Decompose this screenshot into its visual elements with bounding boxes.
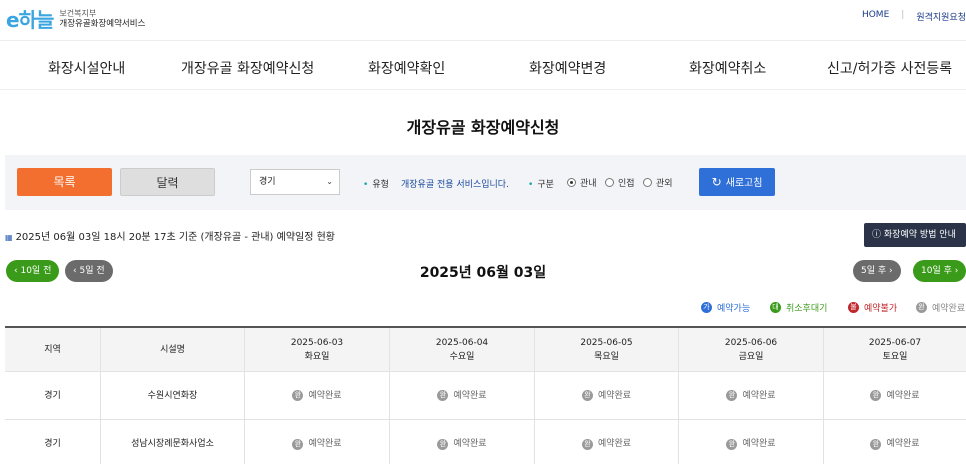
completed-icon: 완 [581, 438, 593, 450]
home-link[interactable]: HOME [862, 10, 889, 23]
row-facility: 성남시장례문화사업소 [101, 420, 245, 464]
radio-selected-icon [567, 178, 576, 187]
table-header: 지역 시설명 2025-06-03 화요일 2025-06-04 수요일 2025-… [5, 328, 966, 372]
header-date: 2025-06-05 목요일 [535, 328, 679, 371]
refresh-icon: ↻ [711, 175, 722, 189]
status-cell: 완 예약완료 [390, 372, 535, 419]
row-region: 경기 [5, 420, 101, 464]
scope-radio-adjacent[interactable]: 인접 [605, 176, 635, 189]
top-links: HOME | 원격지원요청 [862, 10, 966, 23]
header-facility: 시설명 [101, 328, 245, 371]
scope-label: • 구분 [528, 180, 554, 190]
filter-bar: 목록 달력 경기 ⌄ • 유형 개장유골 전용 서비스입니다. • 구분 관내 인접… [5, 155, 966, 210]
status-cell: 완 예약완료 [679, 372, 824, 419]
next-10-days-button[interactable]: 10일 후 › [913, 260, 966, 282]
logo[interactable]: e하늘 보건복지부 개장유골화장예약서비스 [6, 4, 145, 33]
info-icon: ⓘ [872, 230, 882, 240]
completed-icon: 완 [870, 390, 882, 401]
nav-reservation-cancel[interactable]: 화장예약취소 [689, 58, 766, 78]
legend-available: 가 예약가능 [701, 301, 750, 314]
row-facility: 수원시연화장 [101, 372, 245, 419]
unavailable-icon: 불 [848, 302, 859, 313]
type-value: 개장유골 전용 서비스입니다. [401, 180, 509, 190]
next-5-days-button[interactable]: 5일 후 › [853, 260, 901, 282]
list-view-button[interactable]: 목록 [17, 168, 112, 196]
logo-text: 보건복지부 개장유골화장예약서비스 [59, 8, 145, 30]
status-cell: 완 예약완료 [824, 420, 966, 464]
service-name: 개장유골화장예약서비스 [59, 18, 146, 29]
status-line: ▦ 2025년 06월 03일 18시 20분 17초 기준 (개장유골 - 관내… [5, 232, 336, 243]
completed-icon: 완 [916, 302, 927, 313]
type-label: • 유형 [363, 180, 389, 190]
status-cell: 완 예약완료 [390, 420, 535, 464]
remote-support-link[interactable]: 원격지원요청 [916, 10, 966, 23]
legend-unavailable: 불 예약불가 [848, 301, 897, 314]
refresh-button[interactable]: ↻ 새로고침 [699, 168, 775, 196]
header-date: 2025-06-04 수요일 [390, 328, 535, 371]
status-cell: 완 예약완료 [535, 372, 679, 419]
nav-facility-info[interactable]: 화장시설안내 [48, 58, 125, 78]
status-cell: 완 예약완료 [245, 420, 390, 464]
header-region: 지역 [5, 328, 101, 371]
header-date: 2025-06-03 화요일 [245, 328, 390, 371]
nav-permit-register[interactable]: 신고/허가증 사전등록 [827, 58, 952, 78]
calendar-view-button[interactable]: 달력 [120, 168, 215, 196]
nav-reservation-check[interactable]: 화장예약확인 [368, 58, 445, 78]
reservation-table: 지역 시설명 2025-06-03 화요일 2025-06-04 수요일 2025-… [5, 326, 966, 464]
status-cell: 완 예약완료 [535, 420, 679, 464]
page-title: 개장유골 화장예약신청 [406, 118, 560, 137]
chevron-right-icon: › [954, 266, 959, 276]
available-icon: 가 [701, 302, 712, 313]
status-cell: 완 예약완료 [824, 372, 966, 419]
completed-icon: 완 [870, 438, 882, 450]
top-header: e하늘 보건복지부 개장유골화장예약서비스 HOME | 원격지원요청 [0, 0, 966, 40]
scope-radio-outside[interactable]: 관외 [643, 176, 673, 189]
legend-completed: 완 예약완료 [916, 301, 965, 314]
reservation-guide-button[interactable]: ⓘ 화장예약 방법 안내 [864, 223, 966, 247]
scope-radio-local[interactable]: 관내 [567, 176, 597, 189]
radio-icon [643, 178, 652, 187]
completed-icon: 완 [292, 390, 304, 401]
completed-icon: 완 [581, 390, 593, 401]
chevron-down-icon: ⌄ [326, 177, 333, 186]
bullet-icon: • [528, 180, 534, 190]
status-cell: 완 예약완료 [245, 372, 390, 419]
link-divider: | [901, 10, 905, 20]
completed-icon: 완 [437, 438, 449, 450]
current-date: 2025년 06월 03일 [419, 265, 547, 281]
grid-bullet-icon: ▦ [5, 233, 13, 242]
nav-reservation-apply[interactable]: 개장유골 화장예약신청 [181, 58, 314, 78]
header-date: 2025-06-07 토요일 [868, 337, 922, 362]
completed-icon: 완 [726, 390, 738, 401]
completed-icon: 완 [437, 390, 449, 401]
status-cell: 완 예약완료 [679, 420, 824, 464]
nav-reservation-change[interactable]: 화장예약변경 [529, 58, 606, 78]
completed-icon: 완 [726, 438, 738, 450]
radio-icon [605, 178, 614, 187]
bullet-icon: • [363, 180, 369, 190]
legend-waiting: 대 취소후대기 [770, 301, 827, 314]
region-select-value: 경기 [259, 177, 276, 187]
chevron-right-icon: › [889, 266, 893, 276]
header-date: 2025-06-06 금요일 [679, 328, 824, 371]
region-select[interactable]: 경기 ⌄ [250, 169, 340, 195]
waiting-icon: 대 [770, 302, 781, 313]
ministry-name: 보건복지부 [59, 8, 97, 18]
row-region: 경기 [5, 372, 101, 419]
completed-icon: 완 [292, 438, 304, 450]
main-nav: 화장시설안내 개장유골 화장예약신청 화장예약확인 화장예약변경 화장예약취소 … [0, 40, 966, 90]
logo-mark: e하늘 [6, 8, 54, 32]
table-row: 경기 성남시장례문화사업소 완 예약완료 완 예약완료 완 예약완료 완 예약완료 완예… [5, 420, 966, 464]
table-row: 경기 수원시연화장 완 예약완료 완 예약완료 완 예약완료 완 예약완료 완 예약완료 [5, 372, 966, 420]
